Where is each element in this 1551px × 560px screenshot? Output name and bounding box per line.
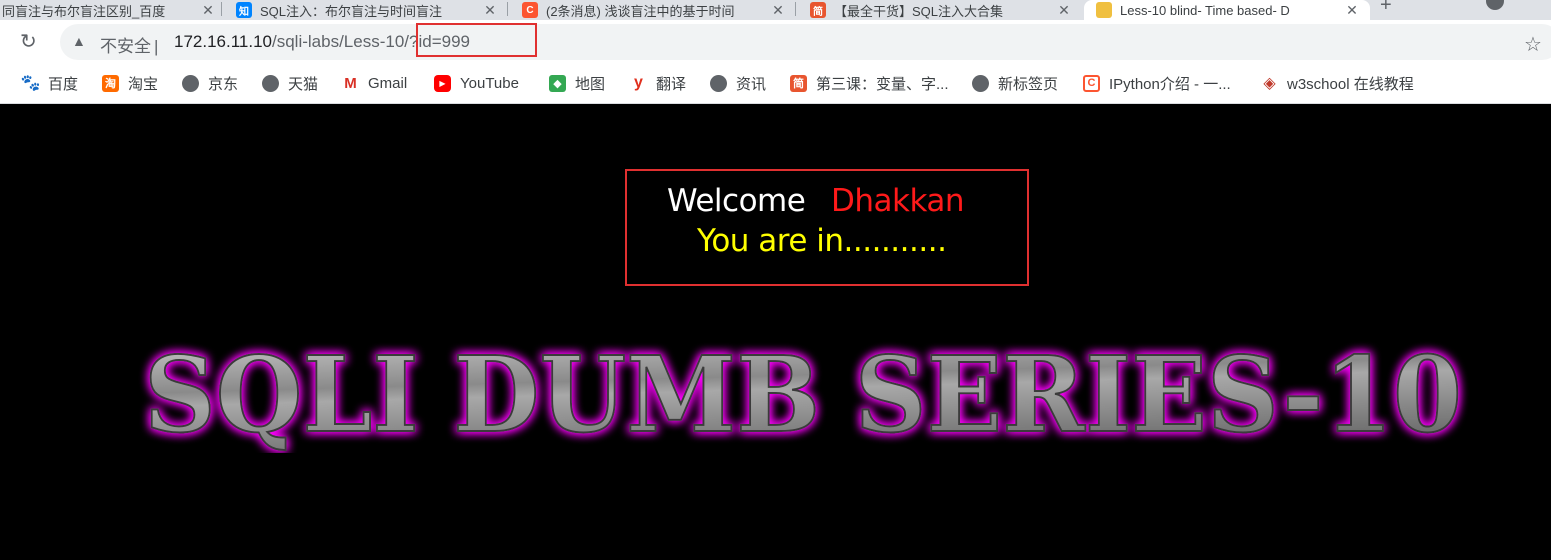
browser-toolbar: ↻ ▲ 不安全 | 172.16.11.10/sqli-labs/Less-10/… [0, 20, 1551, 64]
bookmark-taobao[interactable]: 淘 淘宝 [102, 73, 158, 93]
bookmark-new-tab-page[interactable]: 新标签页 [972, 73, 1058, 93]
taobao-icon: 淘 [102, 74, 119, 92]
welcome-box: Welcome Dhakkan You are in........... [625, 169, 1029, 286]
csdn-icon: C [522, 2, 538, 18]
separator: | [154, 37, 159, 56]
page-content: Welcome Dhakkan You are in........... SQ… [0, 105, 1551, 560]
user-name: Dhakkan [831, 183, 965, 219]
url-annotation-box [416, 23, 537, 57]
tab-title: SQL注入：布尔盲注与时间盲注 [260, 3, 443, 19]
youtube-icon: ▶ [434, 74, 451, 92]
zhihu-icon: 知 [236, 2, 252, 18]
tab-title: Less-10 blind- Time based- D [1120, 2, 1290, 18]
welcome-text: Welcome [667, 183, 806, 219]
bookmark-label: 新标签页 [998, 75, 1059, 93]
warning-icon[interactable]: ▲ [72, 33, 86, 49]
globe-icon [262, 74, 279, 92]
bookmark-jd[interactable]: 京东 [182, 73, 238, 93]
bookmark-translate[interactable]: y 翻译 [630, 73, 686, 93]
bookmark-lesson-three[interactable]: 简 第三课：变量、字... [790, 73, 949, 93]
tab-search-icon[interactable] [1486, 0, 1504, 10]
bookmark-ipython[interactable]: C IPython介绍 - 一... [1083, 73, 1231, 93]
bookmark-label: w3school 在线教程 [1287, 75, 1414, 93]
tab-title: (2条消息) 浅谈盲注中的基于时间 [546, 3, 735, 19]
gmail-icon: M [344, 74, 357, 92]
csdn-icon: C [1083, 74, 1100, 92]
w3school-icon: ◈ [1263, 75, 1276, 92]
jianshu-icon: 简 [790, 74, 807, 92]
star-icon[interactable]: ☆ [1524, 33, 1542, 57]
bookmark-label: 淘宝 [128, 75, 159, 93]
bookmark-label: 第三课：变量、字... [816, 75, 949, 93]
tab-title: 同盲注与布尔盲注区别_百度 [2, 3, 166, 19]
security-status[interactable]: 不安全 | [100, 32, 158, 57]
new-tab-icon[interactable]: + [1380, 0, 1392, 17]
browser-tab[interactable]: 简 【最全干货】SQL注入大合集 ✕ [796, 0, 1082, 20]
bookmark-youtube[interactable]: ▶ YouTube [434, 73, 519, 93]
tab-title: 【最全干货】SQL注入大合集 [834, 3, 1004, 19]
translate-icon: y [634, 74, 643, 91]
browser-tab[interactable]: C (2条消息) 浅谈盲注中的基于时间 ✕ [508, 0, 796, 20]
series-title: SQLI DUMB SERIES-10 [144, 333, 1462, 453]
browser-tab[interactable]: 知 SQL注入：布尔盲注与时间盲注 ✕ [222, 0, 508, 20]
address-bar[interactable]: ▲ 不安全 | 172.16.11.10/sqli-labs/Less-10/?i… [60, 24, 1551, 60]
bookmark-label: YouTube [460, 74, 519, 92]
url-host: 172.16.11.10 [174, 32, 272, 51]
globe-icon [972, 74, 989, 92]
security-warning-text: 不安全 [100, 37, 151, 56]
bookmark-label: 京东 [208, 75, 239, 93]
jianshu-icon: 简 [810, 2, 826, 18]
browser-tab-active[interactable]: Less-10 blind- Time based- D ✕ [1084, 0, 1370, 20]
globe-icon [182, 74, 199, 92]
status-message: You are in........... [697, 223, 947, 259]
bookmark-label: 资讯 [736, 75, 767, 93]
bookmark-tmall[interactable]: 天猫 [262, 73, 318, 93]
bookmark-w3school[interactable]: ◈ w3school 在线教程 [1261, 73, 1414, 93]
series-title-banner: SQLI DUMB SERIES-10 [143, 333, 1463, 453]
maps-icon: ◆ [549, 74, 566, 92]
globe-icon [710, 74, 727, 92]
bookmark-news[interactable]: 资讯 [710, 73, 766, 93]
browser-tab[interactable]: 同盲注与布尔盲注区别_百度 ✕ [0, 0, 222, 20]
close-icon[interactable]: ✕ [482, 2, 498, 19]
bookmark-baidu[interactable]: 🐾 百度 [20, 73, 79, 93]
close-icon[interactable]: ✕ [1344, 2, 1360, 19]
close-icon[interactable]: ✕ [200, 2, 216, 19]
reload-icon[interactable]: ↻ [20, 30, 37, 54]
close-icon[interactable]: ✕ [770, 2, 786, 19]
bookmark-label: 地图 [575, 75, 606, 93]
close-icon[interactable]: ✕ [1056, 2, 1072, 19]
bookmark-label: 天猫 [288, 75, 319, 93]
tab-strip: 同盲注与布尔盲注区别_百度 ✕ 知 SQL注入：布尔盲注与时间盲注 ✕ C (2… [0, 0, 1551, 20]
bookmark-maps[interactable]: ◆ 地图 [549, 73, 605, 93]
bookmark-gmail[interactable]: M Gmail [342, 73, 407, 93]
bookmarks-bar: 🐾 百度 淘 淘宝 京东 天猫 M Gmail ▶ YouTube ◆ 地图 y… [0, 64, 1551, 104]
page-icon [1096, 2, 1112, 18]
bookmark-label: 翻译 [656, 75, 687, 93]
bookmark-label: Gmail [368, 74, 408, 92]
baidu-paw-icon: 🐾 [20, 75, 41, 92]
bookmark-label: 百度 [48, 75, 79, 93]
bookmark-label: IPython介绍 - 一... [1109, 75, 1231, 93]
